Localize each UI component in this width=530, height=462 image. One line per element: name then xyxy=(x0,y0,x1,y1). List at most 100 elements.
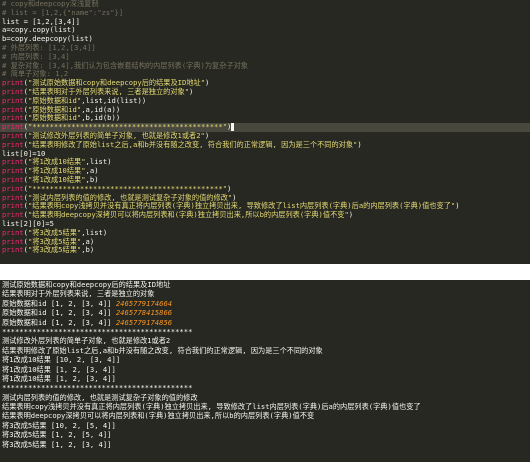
paren: ) xyxy=(115,104,121,114)
output-text: 测试原始数据和copy和deepcopy后的结果及ID地址 xyxy=(2,280,171,289)
output-text: 结果表明修改了原始list之后,a和b并没有随之改变, 符合我们的正常逻辑, 因… xyxy=(2,345,323,355)
output-line: 原始数据和id [1, 2, [3, 4]] 2465779174856 xyxy=(0,318,530,327)
paren: ) xyxy=(232,192,237,202)
string-literal: "将3改成5结果" xyxy=(27,236,82,246)
output-text: 原始数据和id [1, 2, [3, 4]] xyxy=(2,317,116,327)
object-id: 2465778415866 xyxy=(115,308,173,318)
paren: ) xyxy=(348,210,354,220)
output-text: 原始数据和id [1, 2, [3, 4]] xyxy=(2,308,116,318)
print-keyword: print xyxy=(2,139,24,149)
code-line[interactable]: # 复杂对象: [3,4],我们认为包含嵌套结构的内层列表(字典)为复杂子对象 xyxy=(0,60,530,71)
output-line: 将3改成5结果 [1, 2, [3, 4]] xyxy=(0,440,530,449)
string-literal: "***************************************… xyxy=(27,122,228,132)
paren: ) xyxy=(102,227,108,237)
paren: ) xyxy=(189,86,194,96)
print-args: ,b xyxy=(81,245,90,255)
string-literal: "测试修改外层列表的简单子对象, 也就是修改1或者2" xyxy=(27,130,205,140)
string-literal: "原始数据和id" xyxy=(27,104,82,114)
output-text: 结果表明copy浅拷贝并没有真正将内层列表(字典)独立拷贝出来, 导致修改了li… xyxy=(2,402,421,412)
code-editor[interactable]: # copy和deepcopy深浅复制 # list = [1,2,{"name"… xyxy=(0,0,530,264)
output-line: 结果表明修改了原始list之后,a和b并没有随之改变, 符合我们的正常逻辑, 因… xyxy=(0,346,530,355)
output-line: 测试内层列表的值的修改, 也就是测试复杂子对象的值的修改 xyxy=(0,393,530,402)
code-statement: list[0]=10 xyxy=(2,148,46,158)
string-literal: "原始数据和id" xyxy=(27,113,82,123)
code-line[interactable]: # 外层列表: [1,2,[3,4]] xyxy=(0,43,530,53)
output-text: 结果表明deepcopy深拷贝可以将内层列表和(字典)独立拷贝出来,所以b的内层… xyxy=(2,411,315,421)
code-comment: # 复杂对象: [3,4],我们认为包含嵌套结构的内层列表(字典)为复杂子对象 xyxy=(2,60,248,70)
output-text: ****************************************… xyxy=(2,326,193,336)
print-keyword: print xyxy=(2,201,24,211)
output-text: 结果表明对于外层列表来说, 三者是独立的对象 xyxy=(2,289,155,299)
print-keyword: print xyxy=(2,183,24,193)
output-line: 测试修改外层列表的简单子对象, 也就是修改1或者2 xyxy=(0,336,530,345)
code-line[interactable]: print("将3改成5结果",b) xyxy=(0,245,530,255)
output-text: 测试内层列表的值的修改, 也就是测试复杂子对象的值的修改 xyxy=(2,392,198,402)
paren: ) xyxy=(94,166,99,176)
print-keyword: print xyxy=(2,130,24,140)
code-comment: # copy和deepcopy深浅复制 xyxy=(2,0,99,8)
string-literal: "将3改成5结果" xyxy=(27,227,82,237)
text-cursor xyxy=(231,123,235,132)
code-statement: a=copy.copy(list) xyxy=(2,25,76,35)
string-literal: "结果表明copy浅拷贝并没有真正将内层列表(字典)独立拷贝出来, 导致修改了l… xyxy=(27,201,456,211)
string-literal: "***************************************… xyxy=(27,183,228,193)
output-line: ****************************************… xyxy=(0,327,530,336)
print-keyword: print xyxy=(2,157,24,167)
print-keyword: print xyxy=(2,192,24,202)
paren: ) xyxy=(357,139,362,149)
code-line[interactable]: print("结果表明修改了原始list之后,a和b并没有随之改变, 符合我们的… xyxy=(0,139,530,150)
string-literal: "结果表明对于外层列表来说, 三者是独立的对象" xyxy=(27,86,190,96)
print-keyword: print xyxy=(2,166,24,176)
output-line: 原始数据和id [1, 2, [3, 4]] 2465779174664 xyxy=(0,299,530,308)
code-statement: list = [1,2,[3,4]] xyxy=(2,16,80,26)
output-console: 测试原始数据和copy和deepcopy后的结果及ID地址 结果表明对于外层列表来… xyxy=(0,280,530,462)
paren: ) xyxy=(455,201,460,211)
print-keyword: print xyxy=(2,210,24,220)
output-text: 将3改成5结果 [1, 2, [3, 4]] xyxy=(2,439,112,449)
object-id: 2465779174856 xyxy=(115,317,173,327)
code-comment: # 简单子对象: 1,2 xyxy=(2,69,69,79)
print-keyword: print xyxy=(2,122,24,132)
paren: ) xyxy=(205,78,210,88)
output-line: 将1改成10结果 [10, 2, [3, 4]] xyxy=(0,355,530,364)
print-args: ,list xyxy=(85,157,108,167)
code-statement: b=copy.deepcopy(list) xyxy=(2,34,93,44)
string-literal: "结果表明修改了原始list之后,a和b并没有随之改变, 符合我们的正常逻辑, … xyxy=(27,139,358,149)
print-keyword: print xyxy=(2,78,24,88)
print-keyword: print xyxy=(2,104,24,114)
output-line: 将1改成10结果 [1, 2, [3, 4]] xyxy=(0,374,530,383)
string-literal: "将3改成5结果" xyxy=(27,245,82,255)
output-line: 将1改成10结果 [1, 2, [3, 4]] xyxy=(0,365,530,374)
print-keyword: print xyxy=(2,174,24,184)
paren: ) xyxy=(204,130,210,140)
string-literal: "原始数据和id" xyxy=(27,95,82,105)
output-text: 原始数据和id [1, 2, [3, 4]] xyxy=(2,298,116,308)
string-literal: "测试内层列表的值的修改, 也就是测试复杂子对象的值的修改" xyxy=(27,192,233,202)
output-text: ****************************************… xyxy=(2,383,193,393)
string-literal: "测试原始数据和copy和deepcopy后的结果及ID地址" xyxy=(27,78,206,88)
output-text: 将3改成5结果 [10, 2, [5, 4]] xyxy=(2,420,116,430)
output-line: ****************************************… xyxy=(0,383,530,392)
code-line[interactable]: print("结果表明deepcopy深拷贝可以将内层列表和(字典)独立拷贝出来… xyxy=(0,210,530,220)
output-line: 结果表明copy浅拷贝并没有真正将内层列表(字典)独立拷贝出来, 导致修改了li… xyxy=(0,402,530,411)
print-keyword: print xyxy=(2,236,24,246)
print-args: ,b,id(b) xyxy=(81,113,116,123)
code-line[interactable]: list = [1,2,[3,4]] xyxy=(0,16,530,27)
paren: ) xyxy=(94,174,99,184)
output-line: 结果表明deepcopy深拷贝可以将内层列表和(字典)独立拷贝出来,所以b的内层… xyxy=(0,411,530,420)
print-args: ,a,id(a) xyxy=(81,104,116,114)
print-args: ,list xyxy=(81,227,103,237)
paren: ) xyxy=(141,95,147,105)
print-keyword: print xyxy=(2,227,24,237)
paren: ) xyxy=(115,113,121,123)
string-literal: "将1改成10结果" xyxy=(27,166,86,176)
print-keyword: print xyxy=(2,95,24,105)
output-line: 将3改成5结果 [1, 2, [5, 4]] xyxy=(0,430,530,439)
output-text: 将1改成10结果 [1, 2, [3, 4]] xyxy=(2,373,116,383)
object-id: 2465779174664 xyxy=(115,298,173,308)
output-line: 将3改成5结果 [10, 2, [5, 4]] xyxy=(0,421,530,430)
output-text: 将1改成10结果 [10, 2, [3, 4]] xyxy=(2,355,121,365)
print-keyword: print xyxy=(2,113,24,123)
string-literal: "将1改成10结果" xyxy=(27,174,86,184)
code-comment: # 内层列表: [3,4] xyxy=(2,51,70,61)
